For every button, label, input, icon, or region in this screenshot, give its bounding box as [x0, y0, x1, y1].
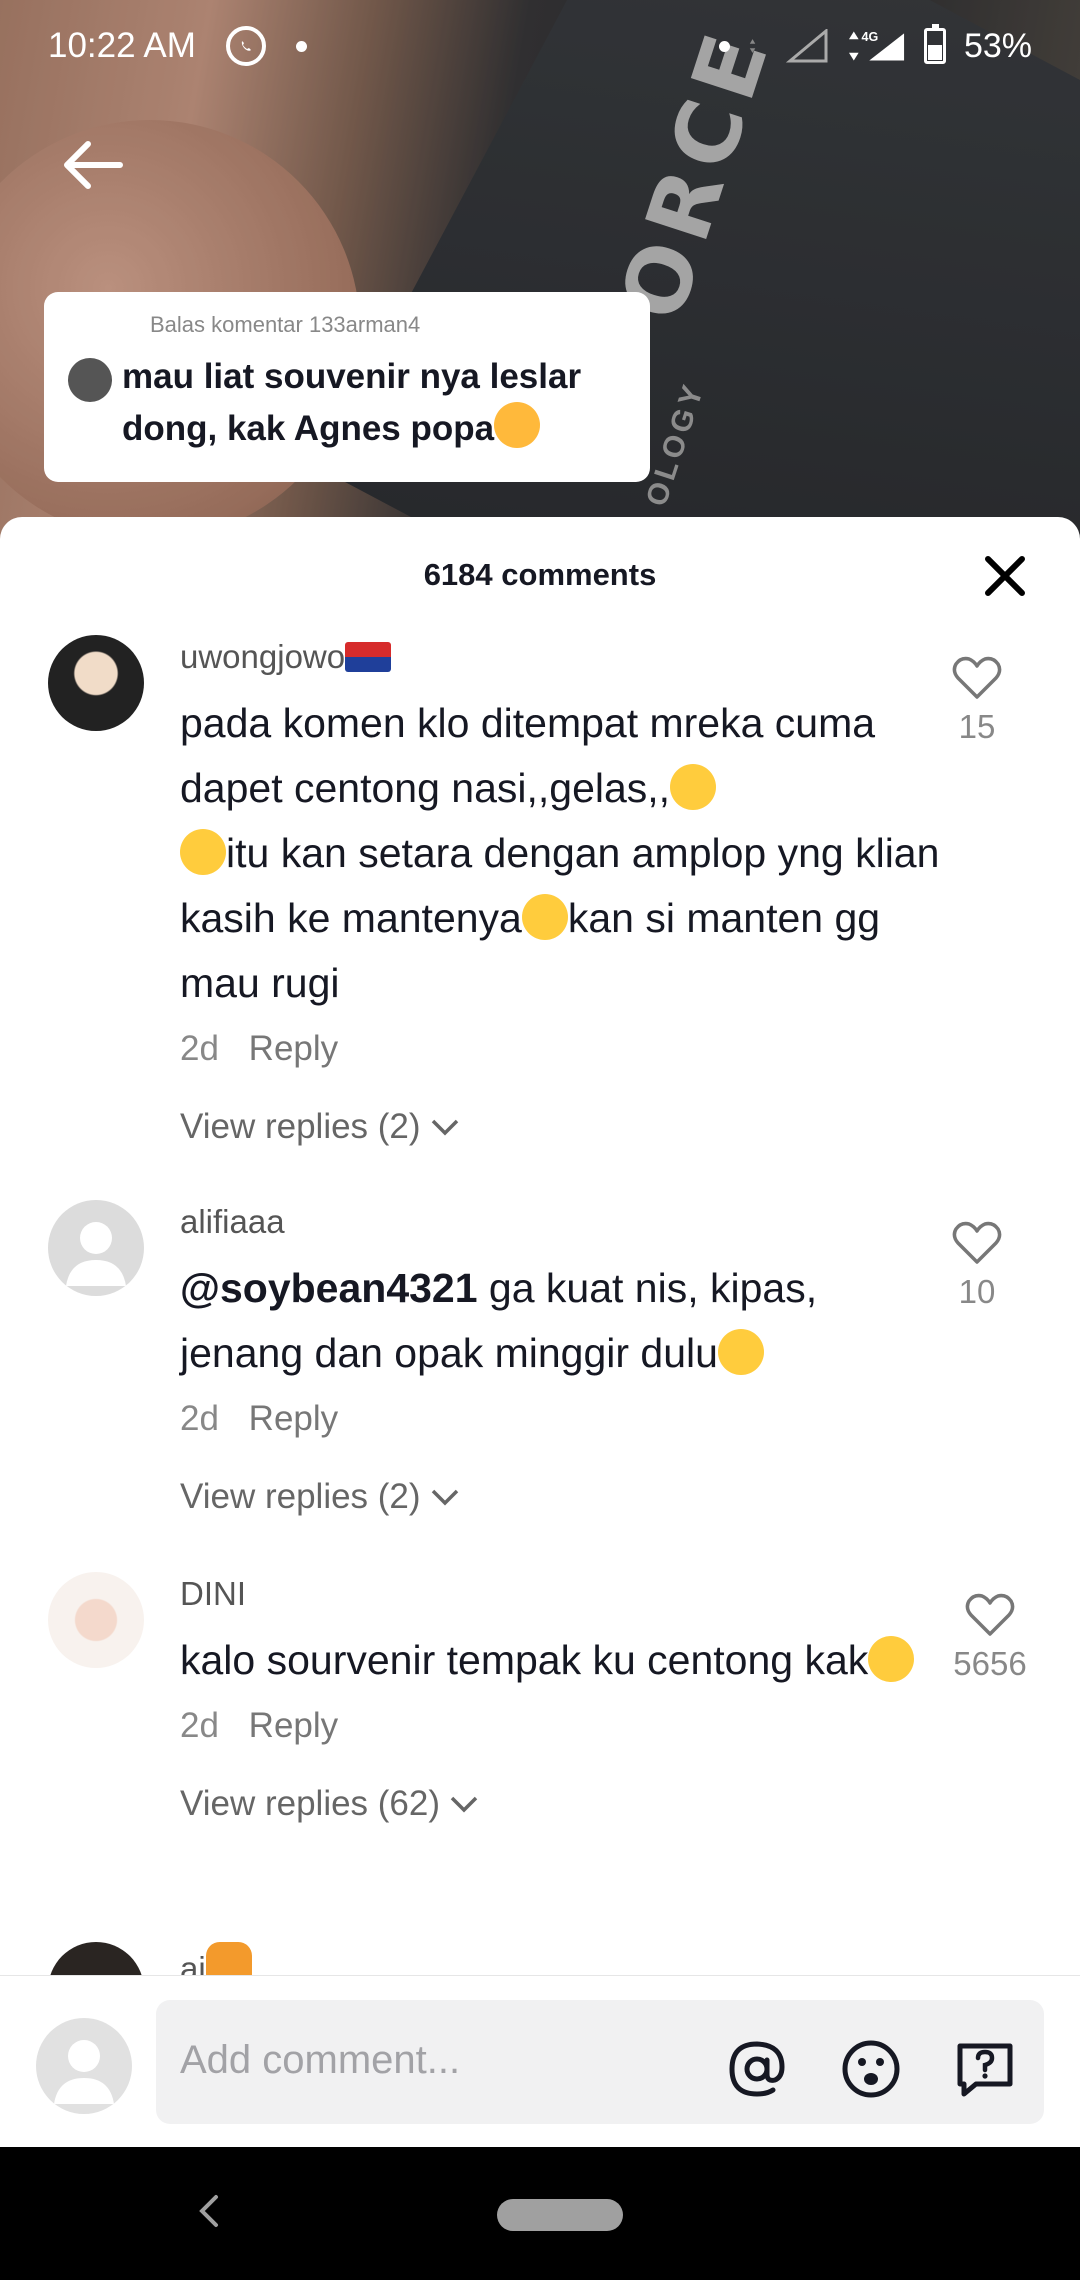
crying-face-emoji-icon — [717, 1329, 764, 1375]
comment-text-part: kalo sourvenir tempak ku centong kak — [180, 1637, 869, 1683]
slightly-smiling-emoji-icon — [868, 1636, 915, 1682]
like-button[interactable]: 10 — [922, 1220, 1032, 1311]
comment-time: 2d — [180, 1399, 219, 1438]
comment-input-bar: Add comment... — [0, 1975, 1080, 2147]
chevron-down-icon — [450, 1796, 478, 1813]
reply-bubble-avatar — [68, 358, 112, 402]
signal-empty-icon — [785, 29, 828, 63]
reply-comment-bubble: Balas komentar 133arman4 mau liat souven… — [44, 292, 650, 482]
comment-input-placeholder: Add comment... — [180, 2038, 461, 2082]
like-count: 15 — [958, 708, 996, 745]
avatar[interactable] — [48, 1572, 144, 1668]
comment-meta: 2d Reply — [180, 1394, 940, 1444]
comment-time: 2d — [180, 1029, 219, 1068]
current-user-avatar — [36, 2018, 132, 2114]
close-icon[interactable] — [982, 553, 1028, 599]
heart-icon — [952, 656, 1002, 699]
smiling-hearts-emoji-icon — [494, 402, 541, 448]
comment-username[interactable]: uwongjowo — [180, 635, 940, 679]
view-replies-label: View replies (2) — [180, 1107, 421, 1146]
emoji-icon[interactable] — [838, 2036, 904, 2102]
like-count: 10 — [958, 1273, 996, 1310]
default-avatar-icon — [54, 2040, 114, 2104]
comment-mention[interactable]: @soybean4321 — [180, 1265, 478, 1311]
chevron-down-icon — [431, 1489, 458, 1506]
comment-body: alifiaaa @soybean4321 ga kuat nis, kipas… — [180, 1200, 940, 1522]
reply-button[interactable]: Reply — [249, 1399, 338, 1438]
battery-percent: 53% — [963, 26, 1032, 65]
reply-button[interactable]: Reply — [249, 1029, 338, 1068]
view-replies-label: View replies (62) — [180, 1784, 441, 1823]
pleading-face-emoji-icon — [521, 894, 568, 940]
avatar[interactable] — [48, 1200, 144, 1296]
heart-icon — [965, 1593, 1015, 1636]
like-button[interactable]: 15 — [922, 655, 1032, 746]
laughing-tears-emoji-icon — [670, 764, 717, 810]
view-replies-button[interactable]: View replies (2) — [180, 1472, 940, 1522]
comments-count-title: 6184 comments — [423, 557, 657, 592]
comment-text: kalo sourvenir tempak ku centong kak — [180, 1628, 940, 1693]
default-avatar-icon — [66, 1222, 126, 1286]
like-button[interactable]: 5656 — [920, 1592, 1060, 1683]
status-bar: 10:22 AM 4G 53% — [0, 0, 1080, 92]
view-replies-button[interactable]: View replies (62) — [180, 1779, 940, 1829]
notification-dot-icon — [295, 40, 307, 52]
comment-body: DINI kalo sourvenir tempak ku centong ka… — [180, 1572, 940, 1829]
view-replies-label: View replies (2) — [180, 1477, 421, 1516]
like-count: 5656 — [953, 1645, 1027, 1682]
comment-username[interactable]: DINI — [180, 1572, 940, 1616]
heart-icon — [952, 1221, 1002, 1264]
comments-sheet: 6184 comments uwongjowo pada komen klo d… — [0, 517, 1080, 2147]
reply-bubble-header: Balas komentar 133arman4 — [150, 312, 421, 337]
comment-input[interactable]: Add comment... — [156, 2000, 1044, 2124]
avatar[interactable] — [48, 635, 144, 731]
comment-text: pada komen klo ditempat mreka cuma dapet… — [180, 691, 940, 1016]
comment-text: @soybean4321 ga kuat nis, kipas, jenang … — [180, 1256, 940, 1386]
comment-username-text: uwongjowo — [180, 638, 346, 675]
chevron-down-icon — [431, 1119, 458, 1136]
comment-meta: 2d Reply — [180, 1024, 940, 1074]
signal-4g-icon: 4G — [848, 30, 905, 61]
mention-icon[interactable] — [724, 2036, 790, 2102]
question-reply-icon[interactable] — [952, 2036, 1018, 2102]
comment-body: uwongjowo pada komen klo ditempat mreka … — [180, 635, 940, 1152]
reply-button[interactable]: Reply — [249, 1706, 338, 1745]
flag-icon — [345, 642, 392, 672]
comment-meta: 2d Reply — [180, 1701, 940, 1751]
nav-home-pill[interactable] — [497, 2199, 623, 2231]
status-time: 10:22 AM — [48, 26, 196, 65]
network-type: 4G — [861, 30, 878, 44]
system-nav-bar — [0, 2147, 1080, 2280]
comment-text-part: pada komen klo ditempat mreka cuma dapet… — [180, 700, 876, 811]
laughing-tears-emoji-icon — [180, 829, 226, 875]
comment-username[interactable]: alifiaaa — [180, 1200, 940, 1244]
reply-bubble-text: mau liat souvenir nya leslar dong, kak A… — [122, 352, 626, 454]
notification-dot-icon — [718, 40, 730, 52]
battery-icon — [923, 24, 946, 64]
back-arrow-icon[interactable] — [58, 130, 128, 200]
comment-time: 2d — [180, 1706, 219, 1745]
data-arrows-icon — [749, 39, 756, 53]
nav-back-icon[interactable] — [190, 2191, 230, 2231]
whatsapp-icon — [225, 26, 266, 66]
view-replies-button[interactable]: View replies (2) — [180, 1102, 940, 1152]
status-right: 4G 53% — [718, 24, 1032, 66]
